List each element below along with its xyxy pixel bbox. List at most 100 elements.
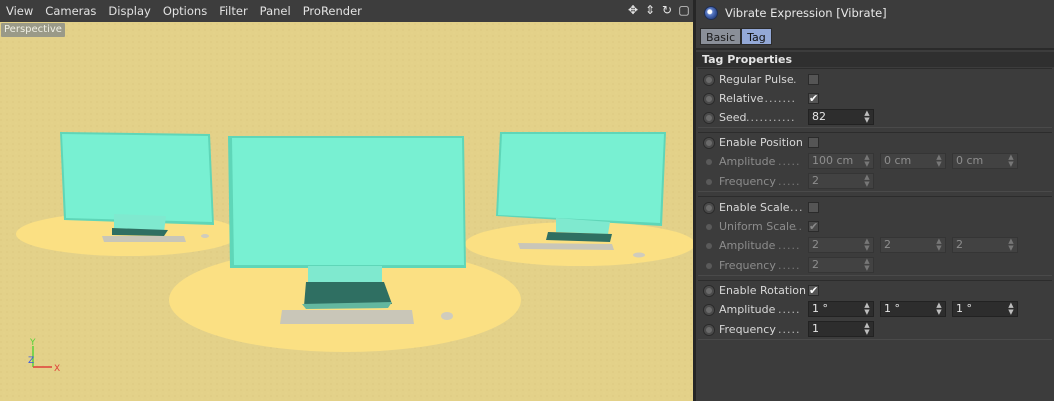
enable-position-checkbox[interactable] [808, 137, 819, 148]
stepper-icon[interactable]: ▲ ▼ [864, 322, 870, 336]
axis-y-label: Y [29, 338, 36, 348]
position-amplitude-label: Amplitude [719, 155, 776, 168]
enable-scale-checkbox[interactable] [808, 202, 819, 213]
row-regular-pulse: Regular Pulse . [698, 70, 1052, 89]
group-rotation: Enable Rotation ✔ Amplitude ..... 1 ° ▲ ▼ … [698, 280, 1052, 340]
viewport-panel[interactable]: View Cameras Display Options Filter Pane… [0, 0, 693, 401]
enable-rotation-label: Enable Rotation [719, 284, 806, 297]
row-rotation-amplitude: Amplitude ..... 1 ° ▲ ▼ 1 ° ▲ ▼ 1 ° ▲ ▼ [698, 300, 1052, 319]
menu-cameras[interactable]: Cameras [39, 0, 102, 22]
stepper-icon: ▲ ▼ [864, 257, 870, 272]
relative-checkbox[interactable]: ✔ [808, 93, 819, 104]
camera-label[interactable]: Perspective [1, 23, 65, 37]
scale-amplitude-z-value: 2 [956, 238, 963, 251]
axis-z-label: Z [28, 356, 34, 366]
position-frequency-label: Frequency [719, 175, 776, 188]
scale-amplitude-z: 2 ▲ ▼ [952, 237, 1018, 253]
enable-scale-label: Enable Scale [719, 201, 790, 214]
animate-radio-icon[interactable] [703, 111, 715, 124]
position-amplitude-z: 0 cm ▲ ▼ [952, 153, 1018, 169]
animate-radio-icon[interactable] [703, 92, 715, 105]
menu-panel[interactable]: Panel [254, 0, 297, 22]
rotation-frequency-dots: ..... [778, 323, 801, 336]
tab-tag[interactable]: Tag [741, 28, 772, 45]
3d-scene[interactable]: Y Z X [0, 22, 693, 401]
animate-radio-icon [706, 158, 712, 165]
stepper-icon[interactable]: ▲ ▼ [936, 302, 942, 316]
position-amplitude-y-value: 0 cm [884, 154, 912, 167]
animate-radio-icon [706, 178, 712, 185]
animate-radio-icon[interactable] [703, 136, 715, 149]
row-position-amplitude: Amplitude ..... 100 cm ▲ ▼ 0 cm ▲ ▼ 0 cm ▲ ▼ [698, 152, 1052, 171]
animate-radio-icon[interactable] [703, 73, 715, 86]
rotation-amplitude-h[interactable]: 1 ° ▲ ▼ [808, 301, 874, 317]
rotate-icon[interactable]: ↻ [660, 2, 674, 18]
uniform-scale-checkbox: ✔ [808, 220, 819, 233]
animate-radio-icon [706, 223, 712, 230]
rotation-amplitude-b-value: 1 ° [956, 302, 972, 315]
position-amplitude-x: 100 cm ▲ ▼ [808, 153, 874, 169]
stepper-icon[interactable]: ▲ ▼ [1008, 302, 1014, 316]
stepper-icon[interactable]: ▲ ▼ [864, 302, 870, 316]
enable-rotation-checkbox[interactable]: ✔ [808, 285, 819, 296]
position-amplitude-x-value: 100 cm [812, 154, 854, 167]
tab-basic[interactable]: Basic [700, 28, 742, 45]
rotation-amplitude-b[interactable]: 1 ° ▲ ▼ [952, 301, 1018, 317]
row-scale-amplitude: Amplitude ..... 2 ▲ ▼ 2 ▲ ▼ 2 ▲ ▼ [698, 236, 1052, 255]
menu-view[interactable]: View [0, 0, 39, 22]
regular-pulse-dots: . [793, 73, 798, 86]
stepper-icon: ▲ ▼ [864, 153, 870, 168]
attribute-header: Vibrate Expression [Vibrate] [696, 0, 1054, 26]
scale-amplitude-y: 2 ▲ ▼ [880, 237, 946, 253]
regular-pulse-checkbox[interactable] [808, 74, 819, 85]
move-icon[interactable]: ✥ [626, 2, 640, 18]
uniform-scale-label: Uniform Scale [719, 220, 796, 233]
animate-radio-icon[interactable] [703, 323, 715, 336]
section-title: Tag Properties [696, 52, 1054, 67]
scale-frequency-field: 2 ▲ ▼ [808, 257, 874, 273]
attribute-title: Vibrate Expression [Vibrate] [725, 6, 887, 20]
rotation-frequency-field[interactable]: 1 ▲ ▼ [808, 321, 874, 337]
stepper-icon: ▲ ▼ [864, 237, 870, 252]
scale-frequency-value: 2 [812, 258, 819, 271]
stepper-icon[interactable]: ▲ ▼ [864, 110, 870, 124]
menu-display[interactable]: Display [102, 0, 156, 22]
seed-label: Seed [719, 111, 747, 124]
menu-prorender[interactable]: ProRender [297, 0, 368, 22]
scale-amplitude-x: 2 ▲ ▼ [808, 237, 874, 253]
tabs-divider [696, 48, 1054, 50]
enable-scale-dots: ... [790, 201, 804, 214]
stepper-icon: ▲ ▼ [864, 173, 870, 188]
maximize-icon[interactable]: ▢ [677, 2, 691, 18]
rotation-amplitude-label: Amplitude [719, 303, 776, 316]
animate-radio-icon[interactable] [703, 284, 715, 297]
animate-radio-icon[interactable] [703, 201, 715, 214]
animate-radio-icon[interactable] [703, 303, 715, 316]
stepper-icon: ▲ ▼ [1008, 237, 1014, 252]
stepper-icon: ▲ ▼ [1008, 153, 1014, 168]
attribute-manager: Vibrate Expression [Vibrate] Basic Tag T… [696, 0, 1054, 401]
row-position-frequency: Frequency ..... 2 ▲ ▼ [698, 172, 1052, 191]
rotation-amplitude-p[interactable]: 1 ° ▲ ▼ [880, 301, 946, 317]
zoom-icon[interactable]: ⇕ [643, 2, 657, 18]
position-frequency-value: 2 [812, 174, 819, 187]
group-general: Regular Pulse . Relative ........ ✔ Seed… [698, 68, 1052, 128]
seed-value: 82 [812, 110, 826, 123]
relative-dots: ........ [760, 92, 796, 105]
rotation-amplitude-h-value: 1 ° [812, 302, 828, 315]
scale-amplitude-dots: ..... [778, 239, 801, 252]
seed-field[interactable]: 82 ▲ ▼ [808, 109, 874, 125]
scale-amplitude-label: Amplitude [719, 239, 776, 252]
position-frequency-field: 2 ▲ ▼ [808, 173, 874, 189]
rotation-frequency-label: Frequency [719, 323, 776, 336]
position-amplitude-z-value: 0 cm [956, 154, 984, 167]
row-rotation-frequency: Frequency ..... 1 ▲ ▼ [698, 320, 1052, 339]
scale-amplitude-y-value: 2 [884, 238, 891, 251]
viewport-nav-icons: ✥ ⇕ ↻ ▢ [626, 2, 691, 18]
row-seed: Seed ........... 82 ▲ ▼ [698, 108, 1052, 127]
scale-frequency-dots: ..... [778, 259, 801, 272]
stepper-icon: ▲ ▼ [936, 237, 942, 252]
enable-position-label: Enable Position [719, 136, 803, 149]
menu-filter[interactable]: Filter [213, 0, 253, 22]
menu-options[interactable]: Options [157, 0, 213, 22]
